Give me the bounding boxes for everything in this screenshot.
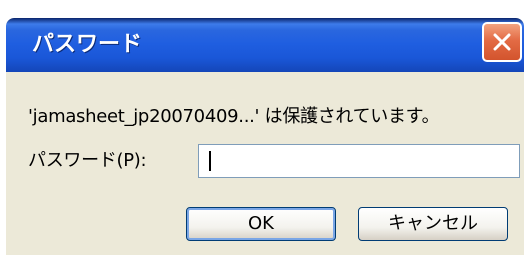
title-bar[interactable]: パスワード [6,18,524,72]
dialog-body: 'jamasheet_jp20070409...' は保護されています。 パスワ… [6,72,524,255]
close-button[interactable] [482,22,522,62]
password-label: パスワード(P): [28,150,147,171]
password-dialog: パスワード 'jamasheet_jp20070409...' は保護されていま… [6,18,524,255]
ok-button[interactable]: OK [186,207,336,241]
text-caret [209,151,211,171]
window-title: パスワード [32,32,143,57]
cancel-button[interactable]: キャンセル [358,207,508,241]
password-input[interactable] [198,144,520,178]
protected-message: 'jamasheet_jp20070409...' は保護されています。 [28,106,440,127]
